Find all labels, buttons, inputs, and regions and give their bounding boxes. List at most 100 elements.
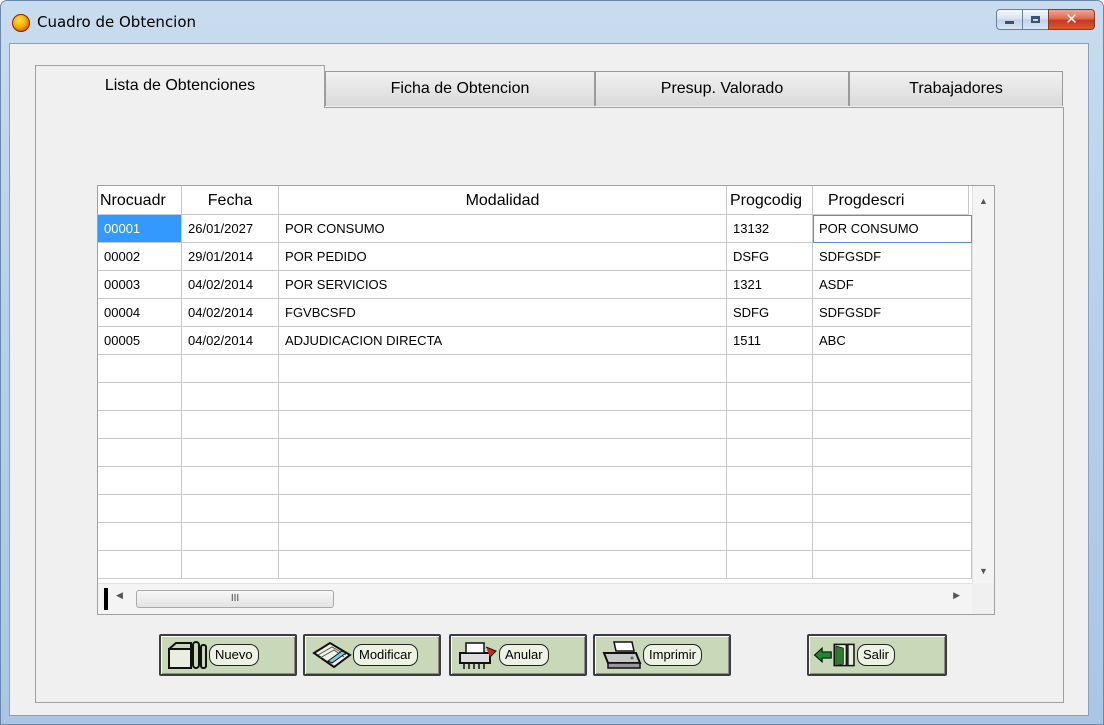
cell-fecha[interactable]: [182, 383, 279, 411]
cell-fecha[interactable]: 04/02/2014: [182, 271, 279, 299]
cell-progdescri[interactable]: SDFGSDF: [813, 243, 972, 271]
cell-progdescri[interactable]: [813, 495, 972, 523]
table-row[interactable]: 00002 29/01/2014 POR PEDIDO DSFG SDFGSDF: [98, 243, 972, 271]
cell-progdescri[interactable]: [813, 467, 972, 495]
cell-fecha[interactable]: 26/01/2027: [182, 215, 279, 243]
anular-button[interactable]: Anular: [449, 634, 587, 676]
column-header-progcodig[interactable]: Progcodig: [727, 186, 813, 215]
horizontal-scrollbar[interactable]: ◀ III ▶: [98, 583, 972, 614]
cell-modalidad[interactable]: [279, 383, 727, 411]
cell-nrocuadr[interactable]: [98, 495, 182, 523]
close-button[interactable]: ✕: [1048, 9, 1095, 30]
cell-progcodig[interactable]: [727, 495, 813, 523]
cell-progdescri[interactable]: POR CONSUMO: [813, 215, 972, 243]
cell-progcodig[interactable]: [727, 439, 813, 467]
cell-fecha[interactable]: 04/02/2014: [182, 327, 279, 355]
cell-nrocuadr[interactable]: 00005: [98, 327, 182, 355]
tab-presup-valorado[interactable]: Presup. Valorado: [595, 71, 849, 106]
empty-table-row[interactable]: [98, 523, 972, 551]
cell-progcodig[interactable]: [727, 355, 813, 383]
cell-progcodig[interactable]: [727, 523, 813, 551]
cell-modalidad[interactable]: [279, 551, 727, 579]
cell-modalidad[interactable]: [279, 439, 727, 467]
cell-fecha[interactable]: [182, 523, 279, 551]
cell-nrocuadr[interactable]: [98, 523, 182, 551]
scroll-right-icon[interactable]: ▶: [953, 590, 960, 601]
empty-table-row[interactable]: [98, 551, 972, 579]
column-header-modalidad[interactable]: Modalidad: [279, 186, 727, 215]
table-row[interactable]: 00004 04/02/2014 FGVBCSFD SDFG SDFGSDF: [98, 299, 972, 327]
cell-nrocuadr[interactable]: [98, 439, 182, 467]
cell-modalidad[interactable]: [279, 411, 727, 439]
empty-table-row[interactable]: [98, 495, 972, 523]
cell-progcodig[interactable]: [727, 411, 813, 439]
cell-modalidad[interactable]: FGVBCSFD: [279, 299, 727, 327]
cell-nrocuadr[interactable]: 00003: [98, 271, 182, 299]
cell-nrocuadr[interactable]: 00004: [98, 299, 182, 327]
tab-trabajadores[interactable]: Trabajadores: [849, 71, 1063, 106]
table-row[interactable]: 00003 04/02/2014 POR SERVICIOS 1321 ASDF: [98, 271, 972, 299]
cell-fecha[interactable]: 29/01/2014: [182, 243, 279, 271]
tab-lista-de-obtenciones[interactable]: Lista de Obtenciones: [35, 65, 325, 108]
imprimir-button[interactable]: Imprimir: [593, 634, 731, 676]
cell-nrocuadr[interactable]: [98, 467, 182, 495]
cell-progcodig[interactable]: 1321: [727, 271, 813, 299]
cell-progdescri[interactable]: [813, 551, 972, 579]
nuevo-button[interactable]: Nuevo: [159, 634, 297, 676]
cell-fecha[interactable]: [182, 551, 279, 579]
cell-nrocuadr[interactable]: 00001: [98, 215, 182, 243]
cell-progdescri[interactable]: [813, 439, 972, 467]
cell-modalidad[interactable]: [279, 495, 727, 523]
cell-fecha[interactable]: [182, 411, 279, 439]
empty-table-row[interactable]: [98, 439, 972, 467]
cell-progdescri[interactable]: [813, 523, 972, 551]
empty-table-row[interactable]: [98, 467, 972, 495]
table-row[interactable]: 00005 04/02/2014 ADJUDICACION DIRECTA 1511 A…: [98, 327, 972, 355]
cell-progcodig[interactable]: [727, 467, 813, 495]
cell-modalidad[interactable]: ADJUDICACION DIRECTA: [279, 327, 727, 355]
cell-nrocuadr[interactable]: [98, 411, 182, 439]
cell-modalidad[interactable]: POR CONSUMO: [279, 215, 727, 243]
empty-table-row[interactable]: [98, 411, 972, 439]
modificar-button[interactable]: Modificar: [303, 634, 441, 676]
cell-modalidad[interactable]: [279, 355, 727, 383]
empty-table-row[interactable]: [98, 355, 972, 383]
vertical-scrollbar[interactable]: ▲ ▼: [972, 186, 994, 583]
cell-nrocuadr[interactable]: [98, 355, 182, 383]
cell-fecha[interactable]: [182, 467, 279, 495]
cell-modalidad[interactable]: [279, 523, 727, 551]
title-bar[interactable]: Cuadro de Obtencion ✕: [1, 1, 1103, 43]
salir-button[interactable]: Salir: [807, 634, 947, 676]
tab-ficha-de-obtencion[interactable]: Ficha de Obtencion: [325, 71, 595, 106]
cell-progcodig[interactable]: 1511: [727, 327, 813, 355]
column-header-nrocuadr[interactable]: Nrocuadr: [98, 186, 182, 215]
cell-progdescri[interactable]: SDFGSDF: [813, 299, 972, 327]
cell-modalidad[interactable]: POR PEDIDO: [279, 243, 727, 271]
minimize-button[interactable]: [996, 9, 1023, 30]
cell-modalidad[interactable]: [279, 467, 727, 495]
scroll-left-icon[interactable]: ◀: [116, 590, 123, 601]
scroll-up-icon[interactable]: ▲: [973, 192, 994, 210]
cell-fecha[interactable]: 04/02/2014: [182, 299, 279, 327]
cell-progdescri[interactable]: [813, 383, 972, 411]
cell-progcodig[interactable]: [727, 383, 813, 411]
cell-progcodig[interactable]: SDFG: [727, 299, 813, 327]
cell-progcodig[interactable]: [727, 551, 813, 579]
cell-progdescri[interactable]: [813, 411, 972, 439]
maximize-button[interactable]: [1022, 9, 1049, 30]
cell-progdescri[interactable]: [813, 355, 972, 383]
obtenciones-grid[interactable]: Nrocuadr Fecha Modalidad Progcodig Progd…: [97, 185, 995, 615]
cell-progcodig[interactable]: DSFG: [727, 243, 813, 271]
cell-progdescri[interactable]: ASDF: [813, 271, 972, 299]
horizontal-scroll-thumb[interactable]: III: [136, 590, 334, 608]
cell-progcodig[interactable]: 13132: [727, 215, 813, 243]
column-header-progdescri[interactable]: Progdescri: [813, 186, 969, 215]
empty-table-row[interactable]: [98, 383, 972, 411]
cell-fecha[interactable]: [182, 355, 279, 383]
cell-nrocuadr[interactable]: 00002: [98, 243, 182, 271]
cell-modalidad[interactable]: POR SERVICIOS: [279, 271, 727, 299]
cell-progdescri[interactable]: ABC: [813, 327, 972, 355]
column-header-fecha[interactable]: Fecha: [182, 186, 279, 215]
cell-nrocuadr[interactable]: [98, 551, 182, 579]
cell-fecha[interactable]: [182, 439, 279, 467]
